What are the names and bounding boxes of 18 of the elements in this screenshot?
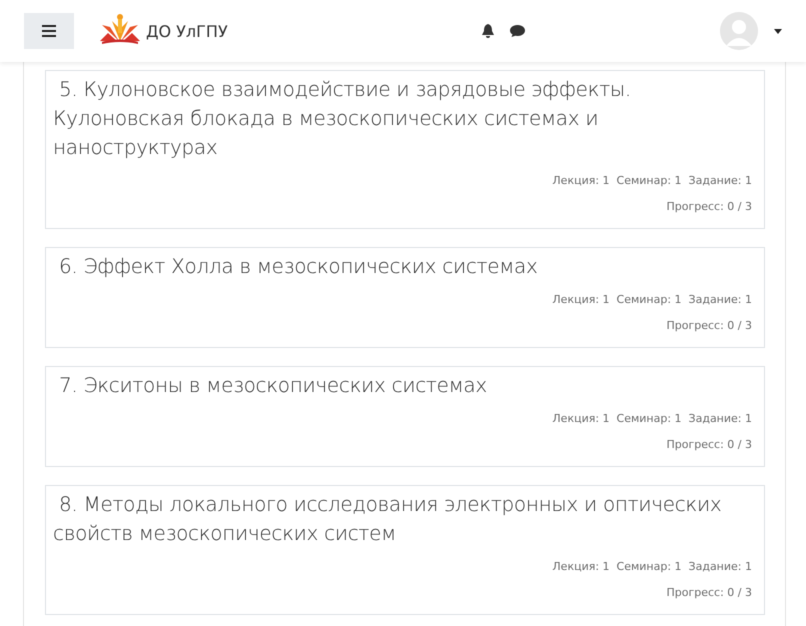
menu-button[interactable] bbox=[24, 13, 74, 49]
section-title[interactable]: 7. Экситоны в мезоскопических системах bbox=[53, 371, 752, 400]
section-title[interactable]: 8. Методы локального исследования электронных и оптических свойств мезоскопических систем bbox=[53, 490, 752, 548]
progress-text: Прогресс: 0 / 3 bbox=[666, 438, 752, 451]
caret-icon[interactable] bbox=[774, 28, 782, 34]
progress-text: Прогресс: 0 / 3 bbox=[666, 319, 752, 332]
chat-bubble-icon[interactable] bbox=[509, 24, 526, 38]
section-title[interactable]: 6. Эффект Холла в мезоскопических системах bbox=[53, 252, 752, 281]
activity-summary: Лекция: 1 Семинар: 1 Задание: 1 bbox=[552, 560, 752, 573]
activity-summary: Лекция: 1 Семинар: 1 Задание: 1 bbox=[552, 174, 752, 187]
menu-icon bbox=[42, 25, 56, 37]
activity-summary: Лекция: 1 Семинар: 1 Задание: 1 bbox=[552, 412, 752, 425]
bell-icon[interactable] bbox=[481, 24, 496, 38]
progress-text: Прогресс: 0 / 3 bbox=[666, 200, 752, 213]
site-name[interactable]: ДО УлГПУ bbox=[146, 22, 228, 40]
activity-summary: Лекция: 1 Семинар: 1 Задание: 1 bbox=[552, 293, 752, 306]
progress-text: Прогресс: 0 / 3 bbox=[666, 586, 752, 599]
section-title[interactable]: 5. Кулоновское взаимодействие и зарядовые эффекты. Кулоновская блокада в мезоскопических системах и наноструктурах bbox=[53, 75, 752, 162]
